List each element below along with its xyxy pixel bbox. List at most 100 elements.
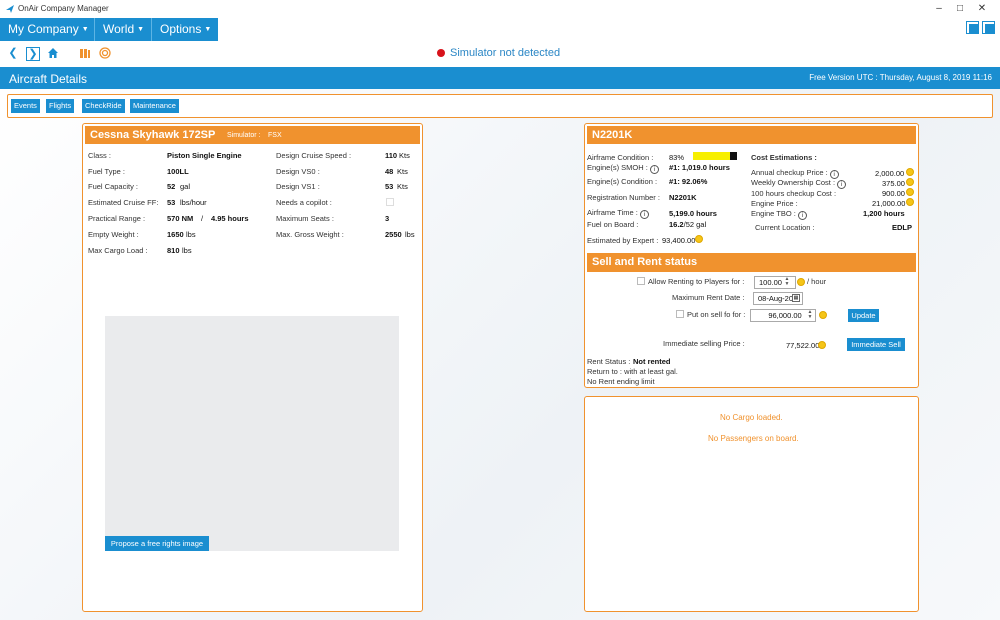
back-icon[interactable]: ❮ xyxy=(6,47,20,61)
immediate-sell-button[interactable]: Immediate Sell xyxy=(847,338,905,351)
empty-weight-unit: lbs xyxy=(186,230,196,239)
weekly-ownership-label-text: Weekly Ownership Cost : xyxy=(751,178,836,187)
window-layout-alt-icon[interactable] xyxy=(982,21,995,34)
tab-events[interactable]: Events xyxy=(11,99,40,113)
copilot-checkbox xyxy=(386,198,394,206)
aircraft-type-name: Cessna Skyhawk 172SP xyxy=(90,129,216,141)
fuel-on-board-capacity: /52 gal xyxy=(683,220,707,229)
cruise-speed-value: 110 xyxy=(385,151,398,160)
menu-options[interactable]: Options ▼ xyxy=(152,18,218,41)
info-icon[interactable]: i xyxy=(797,211,807,220)
cruise-ff-unit: lbs/hour xyxy=(180,198,207,207)
rent-price-stepper[interactable]: ▲ ▼ xyxy=(784,277,790,288)
engine-tbo-label: Engine TBO :i xyxy=(751,209,807,220)
airframe-time-value: 5,199.0 hours xyxy=(669,209,717,218)
max-seats-value: 3 xyxy=(385,214,390,223)
fuel-on-board-label: Fuel on Board : xyxy=(587,220,639,229)
propose-image-button[interactable]: Propose a free rights image xyxy=(105,536,209,551)
home-icon[interactable] xyxy=(46,47,60,61)
plane-icon xyxy=(6,5,14,13)
window-layout-icon[interactable] xyxy=(966,21,979,34)
vs1-value: 53 xyxy=(385,182,394,191)
coin-icon xyxy=(695,235,703,243)
cruise-speed-label: Design Cruise Speed : xyxy=(276,151,352,160)
put-on-sell-label: Put on sell fo for : xyxy=(687,310,746,319)
annual-checkup-label-text: Annual checkup Price : xyxy=(751,168,828,177)
max-cargo-value: 810 xyxy=(167,246,180,255)
forward-icon[interactable]: ❯ xyxy=(26,47,40,61)
tab-flights[interactable]: Flights xyxy=(46,99,75,113)
engine-tbo-label-text: Engine TBO : xyxy=(751,209,796,218)
fuel-type-label: Fuel Type : xyxy=(88,167,125,176)
info-icon[interactable]: i xyxy=(649,165,659,174)
minimize-icon[interactable]: – xyxy=(932,2,946,16)
coin-icon xyxy=(906,168,914,176)
max-gross-unit: lbs xyxy=(405,230,415,239)
simulator-status: Simulator not detected xyxy=(450,47,561,59)
sell-rent-header: Sell and Rent status xyxy=(587,253,916,272)
estimated-label: Estimated by Expert : xyxy=(587,236,659,245)
rent-status-label: Rent Status : xyxy=(587,357,631,366)
maximize-icon[interactable]: □ xyxy=(953,2,967,16)
coin-icon xyxy=(819,311,827,319)
simulator-value: FSX xyxy=(268,132,282,139)
allow-renting-checkbox[interactable] xyxy=(637,277,645,285)
engine-condition-label: Engine(s) Condition : xyxy=(587,177,658,186)
engine-smoh-label-text: Engine(s) SMOH : xyxy=(587,163,648,172)
immediate-price-value: 77,522.00 xyxy=(786,341,820,350)
caret-down-icon: ▼ xyxy=(81,26,89,33)
cruise-ff-value: 53 xyxy=(167,198,176,207)
tab-maintenance[interactable]: Maintenance xyxy=(130,99,179,113)
menu-world[interactable]: World ▼ xyxy=(95,18,151,41)
version-info: Free Version UTC : Thursday, August 8, 2… xyxy=(809,73,992,82)
books-icon[interactable] xyxy=(78,47,92,61)
engine-condition-value: #1: 92.06% xyxy=(669,177,708,186)
sell-rent-title: Sell and Rent status xyxy=(592,256,698,268)
annual-checkup-value: 2,000.00 xyxy=(875,169,905,178)
max-seats-label: Maximum Seats : xyxy=(276,214,334,223)
sell-price-stepper[interactable]: ▲ ▼ xyxy=(807,310,813,321)
copilot-label: Needs a copilot : xyxy=(276,198,332,207)
checkup-100h-label: 100 hours checkup Cost : xyxy=(751,189,837,198)
range-nm: 570 NM xyxy=(167,214,194,223)
allow-renting-label: Allow Renting to Players for : xyxy=(648,277,745,286)
coin-icon xyxy=(818,341,826,349)
weekly-ownership-value: 375.00 xyxy=(882,179,905,188)
empty-weight-label: Empty Weight : xyxy=(88,230,139,239)
cost-estimations-title: Cost Estimations : xyxy=(751,153,817,162)
range-label: Practical Range : xyxy=(88,214,146,223)
menu-options-label: Options xyxy=(160,22,202,36)
aircraft-header: N2201K xyxy=(587,126,916,144)
engine-price-value: 21,000.00 xyxy=(872,199,906,208)
immediate-price-label: Immediate selling Price : xyxy=(663,339,745,348)
menu-my-company[interactable]: My Company ▼ xyxy=(0,18,94,41)
max-rent-date-label: Maximum Rent Date : xyxy=(672,293,745,302)
fuel-capacity-label: Fuel Capacity : xyxy=(88,182,139,191)
registration-label: Registration Number : xyxy=(587,193,660,202)
radar-icon[interactable] xyxy=(98,47,112,61)
tab-checkride[interactable]: CheckRide xyxy=(82,99,125,113)
no-passengers-message: No Passengers on board. xyxy=(708,434,799,443)
fuel-on-board-amount: 16.2 xyxy=(669,220,684,229)
fuel-capacity-unit: gal xyxy=(180,182,191,191)
airframe-condition-label: Airframe Condition : xyxy=(587,153,654,162)
aircraft-type-header: Cessna Skyhawk 172SP Simulator : FSX xyxy=(85,126,420,144)
rent-price-unit: / hour xyxy=(807,277,827,286)
update-button[interactable]: Update xyxy=(848,309,879,322)
window-title: OnAir Company Manager xyxy=(18,4,109,13)
info-icon[interactable]: i xyxy=(639,210,649,219)
vs1-unit: Kts xyxy=(397,182,408,191)
put-on-sell-checkbox[interactable] xyxy=(676,310,684,318)
close-icon[interactable]: ✕ xyxy=(975,2,989,16)
engine-tbo-value: 1,200 hours xyxy=(863,209,905,218)
cargo-panel xyxy=(584,396,919,612)
calendar-icon[interactable]: ▦ xyxy=(792,294,800,302)
info-icon[interactable]: i xyxy=(837,180,847,189)
aircraft-registration-title: N2201K xyxy=(592,129,633,141)
caret-down-icon: ▼ xyxy=(204,26,212,33)
vs0-value: 48 xyxy=(385,167,394,176)
airframe-time-label-text: Airframe Time : xyxy=(587,208,638,217)
rent-status-value: Not rented xyxy=(633,357,671,366)
engine-price-label: Engine Price : xyxy=(751,199,798,208)
current-location-value: EDLP xyxy=(892,223,913,232)
